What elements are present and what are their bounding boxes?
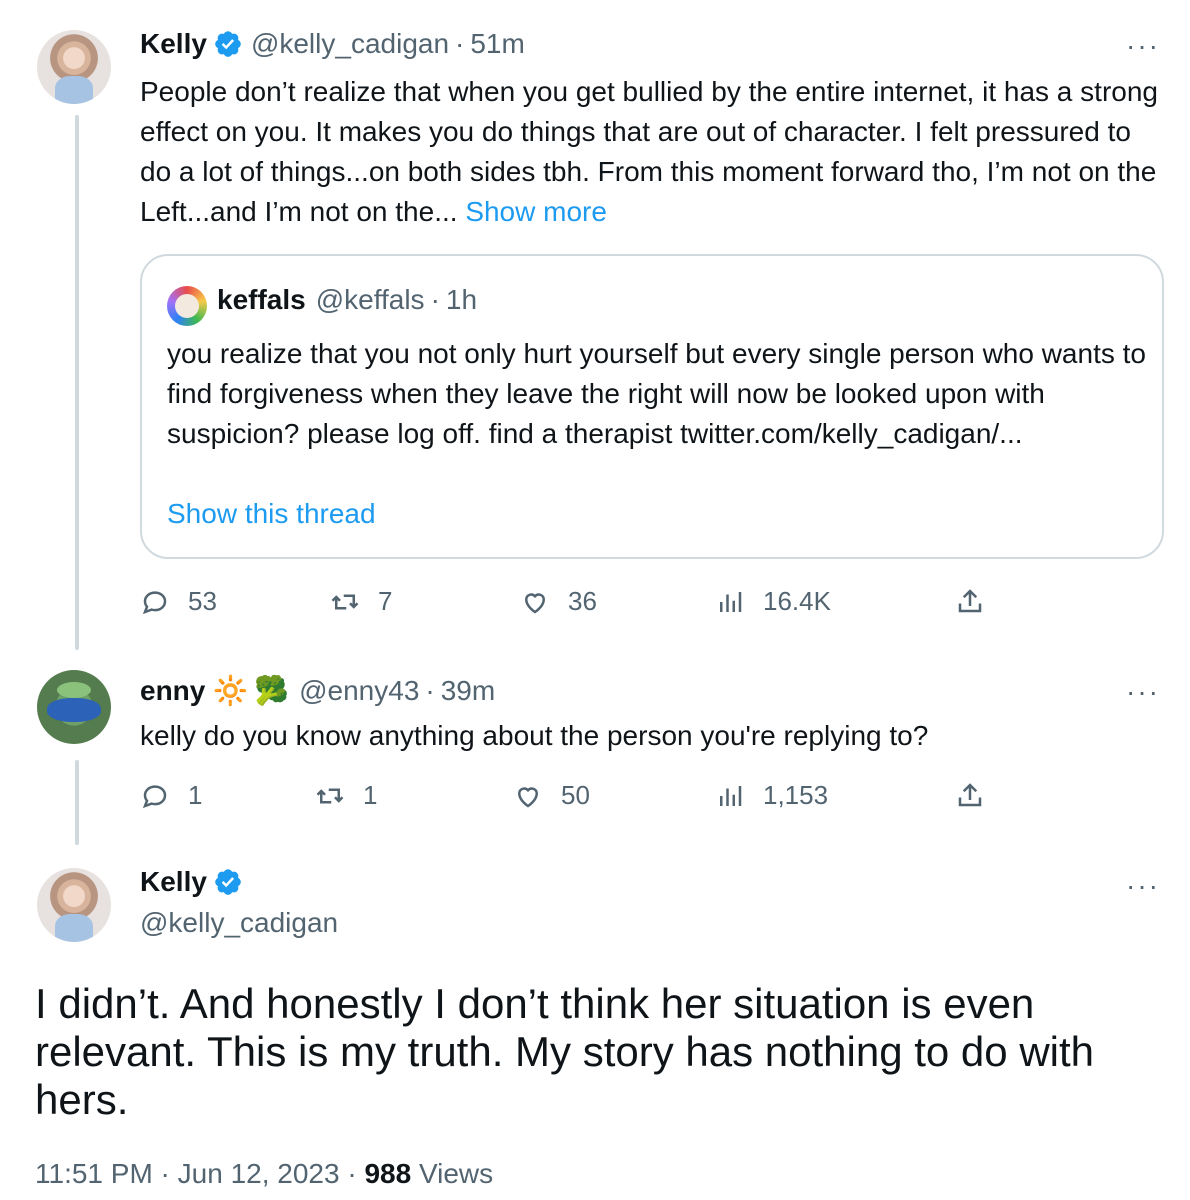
quote-tweet[interactable]: keffals @keffals · 1h you realize that y… — [140, 254, 1164, 559]
quote-text: you realize that you not only hurt yours… — [167, 338, 1146, 449]
views-icon — [720, 785, 742, 806]
tweet-text: People don’t realize that when you get b… — [140, 72, 1165, 232]
share-icon — [958, 589, 982, 613]
thread-connector — [75, 115, 79, 650]
share-button[interactable] — [955, 586, 985, 616]
quote-avatar — [167, 286, 207, 326]
separator: · — [430, 284, 440, 315]
like-icon — [517, 786, 539, 807]
tweet-header: Kelly @kelly_cadigan · 51m — [140, 28, 525, 60]
quote-header: keffals @keffals · 1h — [217, 284, 477, 316]
timestamp[interactable]: 51m — [470, 28, 524, 60]
like-button[interactable]: 50 — [513, 780, 590, 811]
retweet-icon — [316, 788, 344, 803]
reply-count: 53 — [188, 586, 217, 616]
thread-connector — [75, 760, 79, 845]
separator: · — [455, 28, 465, 59]
handle[interactable]: @enny43 — [299, 675, 419, 707]
show-more-link[interactable]: Show more — [465, 196, 607, 227]
retweet-button[interactable]: 1 — [315, 780, 377, 811]
reply-icon — [142, 590, 167, 614]
timestamp[interactable]: 11:51 PM · Jun 12, 2023 · — [35, 1158, 357, 1189]
separator: · — [425, 674, 435, 706]
handle[interactable]: @kelly_cadigan — [251, 28, 449, 60]
like-icon — [524, 592, 546, 613]
reply-button[interactable]: 1 — [140, 780, 202, 811]
like-count: 36 — [568, 586, 597, 616]
tweet-meta: 11:51 PM · Jun 12, 2023 · 988 Views — [35, 1158, 493, 1190]
handle[interactable]: @kelly_cadigan — [140, 907, 338, 939]
like-count: 50 — [561, 780, 590, 810]
display-name[interactable]: Kelly — [140, 28, 207, 60]
tweet-text: kelly do you know anything about the per… — [140, 720, 929, 751]
retweet-icon — [331, 594, 359, 609]
verified-badge-icon — [215, 31, 241, 57]
retweet-count: 7 — [378, 586, 393, 616]
main-tweet-text: I didn’t. And honestly I don’t think her… — [35, 980, 1095, 1123]
share-button[interactable] — [955, 780, 985, 810]
avatar[interactable] — [37, 30, 111, 104]
like-button[interactable]: 36 — [520, 586, 597, 617]
timestamp[interactable]: 39m — [441, 675, 495, 707]
views-icon — [720, 591, 742, 612]
tweet-body: People don’t realize that when you get b… — [140, 76, 1158, 227]
retweet-count: 1 — [363, 780, 378, 810]
reply-button[interactable]: 53 — [140, 586, 217, 617]
sun-emoji-icon: 🔆 — [213, 675, 249, 706]
share-icon — [958, 783, 982, 807]
views-count: 988 — [364, 1158, 412, 1189]
views-count: 1,153 — [763, 780, 829, 810]
views-count: 16.4K — [763, 586, 831, 616]
tweet-actions: 1 1 50 1,153 — [140, 780, 1000, 820]
more-icon[interactable]: ··· — [1126, 30, 1160, 62]
retweet-button[interactable]: 7 — [330, 586, 392, 617]
tweet-header: Kelly — [140, 866, 251, 898]
broccoli-emoji-icon: 🥦 — [254, 675, 290, 706]
verified-badge-icon — [215, 869, 241, 895]
avatar[interactable] — [37, 670, 111, 744]
avatar[interactable] — [37, 868, 111, 942]
display-name[interactable]: enny — [140, 675, 205, 707]
tweet-actions: 53 7 36 16.4K — [140, 586, 1000, 626]
more-icon[interactable]: ··· — [1126, 870, 1160, 902]
views-button[interactable]: 16.4K — [715, 586, 831, 617]
reply-count: 1 — [188, 780, 203, 810]
views-button[interactable]: 1,153 — [715, 780, 828, 811]
reply-icon — [142, 784, 167, 808]
more-icon[interactable]: ··· — [1126, 676, 1160, 708]
show-thread-link[interactable]: Show this thread — [167, 498, 376, 530]
quote-handle: @keffals — [315, 284, 425, 315]
quote-timestamp: 1h — [445, 284, 478, 315]
display-name[interactable]: Kelly — [140, 866, 207, 898]
views-label: Views — [418, 1158, 494, 1189]
tweet-header: enny 🔆 🥦 @enny43 · 39m — [140, 674, 495, 707]
quote-display-name: keffals — [217, 284, 306, 315]
